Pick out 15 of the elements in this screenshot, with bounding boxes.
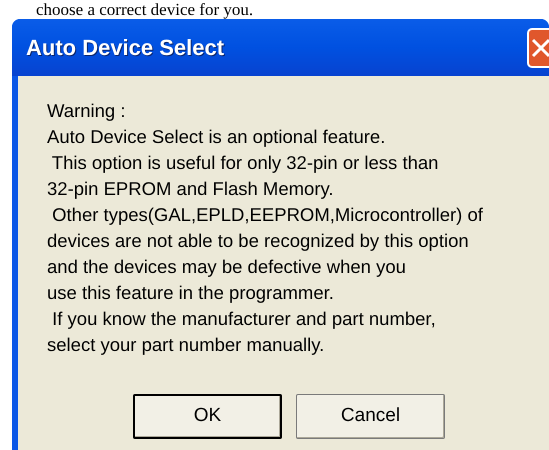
page-text: choose a correct device for you.: [35, 0, 254, 19]
message-line: This option is useful for only 32-pin or less than: [50, 151, 440, 175]
message-line: devices are not able to be recognized by this option: [47, 229, 470, 253]
message-line: 32-pin EPROM and Flash Memory.: [47, 177, 335, 201]
ok-button[interactable]: OK: [133, 394, 282, 439]
window-title: Auto Device Select: [26, 34, 224, 62]
message-line: Warning :: [47, 99, 126, 123]
message-line: If you know the manufacturer and part number,: [51, 307, 437, 331]
cancel-button[interactable]: Cancel: [296, 394, 445, 439]
message-line: Other types(GAL,EPLD,EEPROM,Microcontroller) of: [51, 203, 484, 227]
close-button[interactable]: [527, 28, 549, 68]
message-line: and the devices may be defective when you: [47, 255, 407, 279]
message-line: use this feature in the programmer.: [47, 281, 335, 305]
message-line: select your part number manually.: [47, 333, 326, 357]
message-line: Auto Device Select is an optional feature.: [47, 125, 386, 149]
